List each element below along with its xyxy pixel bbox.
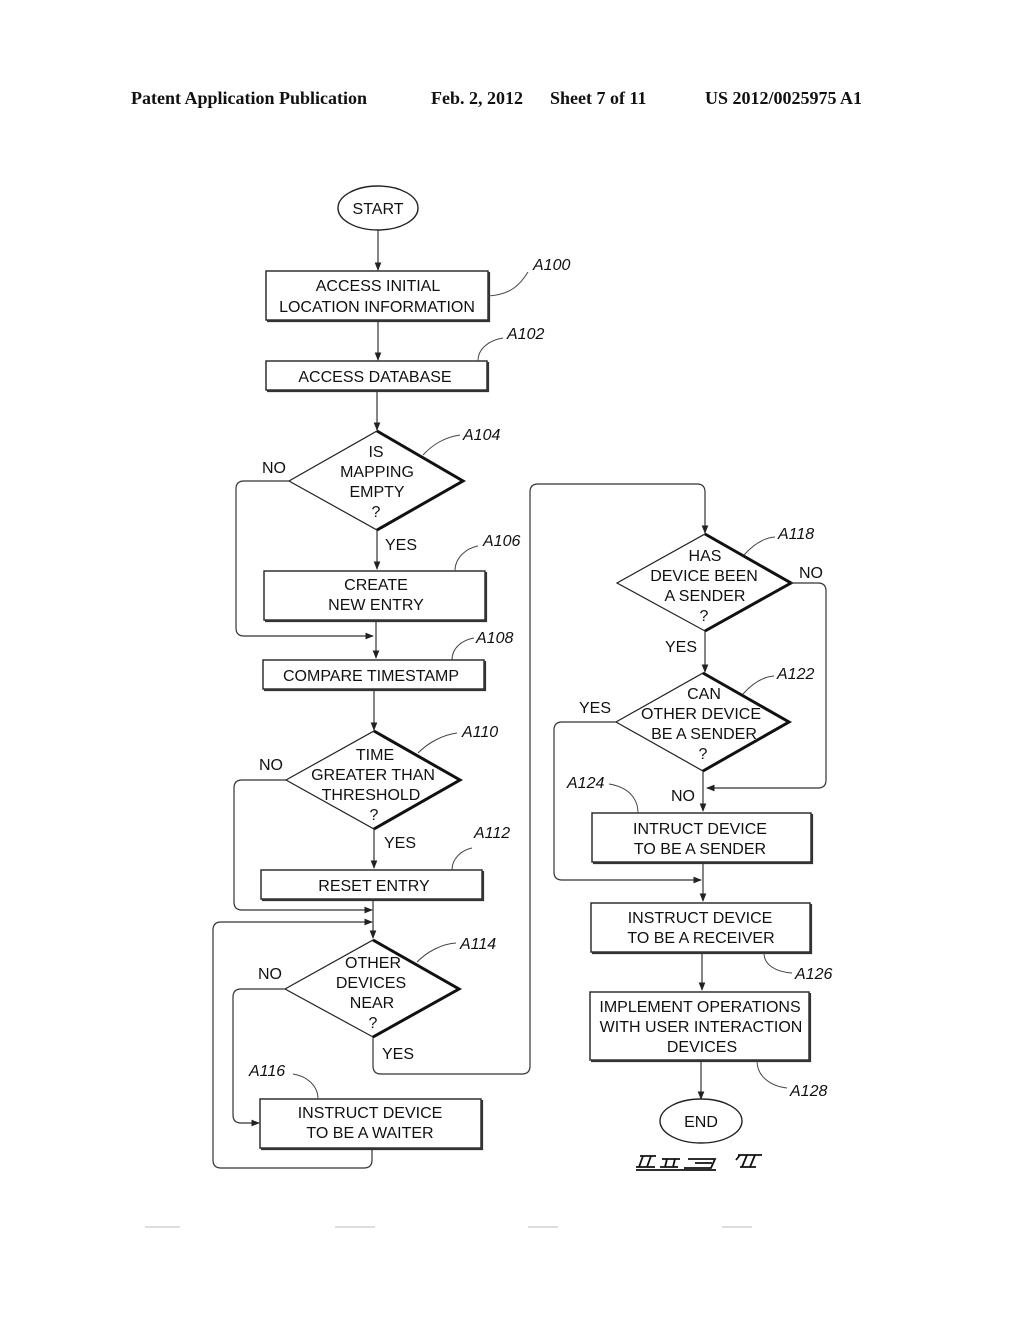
decision-a114-line4: ? — [369, 1015, 378, 1032]
ref-leader-a124 — [608, 783, 639, 814]
step-a124-line2: TO BE A SENDER — [634, 841, 766, 858]
decision-a114-line1: OTHER — [345, 955, 401, 972]
decision-a114-line2: DEVICES — [336, 975, 406, 992]
ref-leader-a102 — [477, 337, 504, 362]
ref-leader-a116 — [292, 1073, 319, 1100]
decision-a104-yes-label: YES — [385, 537, 417, 554]
ref-a106: A106 — [482, 533, 520, 550]
flowchart: START ACCESS INITIAL LOCATION INFORMATIO… — [145, 185, 832, 1228]
ref-a122: A122 — [776, 666, 814, 683]
decision-a110-line3: THRESHOLD — [322, 787, 421, 804]
start-terminal: START — [337, 185, 419, 231]
step-a126-instruct-receiver: INSTRUCT DEVICE TO BE A RECEIVER A126 — [590, 902, 832, 983]
step-a106-line1: CREATE — [344, 577, 408, 594]
start-label: START — [353, 201, 404, 218]
ref-leader-a128 — [756, 1060, 788, 1089]
scan-artifacts — [145, 1226, 752, 1228]
decision-a118-line3: A SENDER — [665, 588, 746, 605]
decision-a122-yes-label: YES — [579, 700, 611, 717]
step-a128-line2: WITH USER INTERACTION — [600, 1019, 803, 1036]
decision-a104-line3: EMPTY — [349, 484, 404, 501]
step-a126-line1: INSTRUCT DEVICE — [628, 910, 773, 927]
decision-a114-line3: NEAR — [350, 995, 394, 1012]
ref-leader-a106 — [454, 545, 479, 572]
ref-leader-a114 — [416, 942, 457, 963]
decision-a122-can-other-device-be-sender: CAN OTHER DEVICE BE A SENDER ? A122 YES … — [579, 666, 814, 805]
decision-a122-line4: ? — [699, 746, 708, 763]
ref-a102: A102 — [506, 326, 544, 343]
decision-a110-no-label: NO — [259, 757, 283, 774]
end-label: END — [684, 1114, 718, 1131]
ref-a100: A100 — [532, 257, 570, 274]
ref-leader-a100 — [487, 271, 529, 297]
decision-a122-line3: BE A SENDER — [651, 726, 757, 743]
step-a106-line2: NEW ENTRY — [328, 597, 424, 614]
step-a126-line2: TO BE A RECEIVER — [627, 930, 774, 947]
decision-a118-has-device-been-sender: HAS DEVICE BEEN A SENDER ? A118 NO YES — [615, 526, 823, 656]
ref-leader-a112 — [451, 847, 473, 871]
decision-a110-time-greater-than-threshold: TIME GREATER THAN THRESHOLD ? A110 NO YE… — [259, 724, 498, 852]
figure-label-fig-7: FIG. 7 — [636, 1154, 762, 1171]
decision-a118-line1: HAS — [689, 548, 722, 565]
ref-leader-a126 — [763, 952, 793, 974]
step-a116-line2: TO BE A WAITER — [306, 1125, 433, 1142]
ref-a126: A126 — [794, 966, 832, 983]
decision-a118-no-label: NO — [799, 565, 823, 582]
decision-a110-line2: GREATER THAN — [311, 767, 435, 784]
decision-a122-line2: OTHER DEVICE — [641, 706, 761, 723]
step-a112-line1: RESET ENTRY — [318, 878, 430, 895]
step-a102-line1: ACCESS DATABASE — [298, 369, 451, 386]
decision-a110-line1: TIME — [356, 747, 394, 764]
decision-a104-no-label: NO — [262, 460, 286, 477]
ref-leader-a104 — [422, 434, 461, 456]
decision-a104-line4: ? — [372, 504, 381, 521]
decision-a118-yes-label: YES — [665, 639, 697, 656]
decision-a122-no-label: NO — [671, 788, 695, 805]
step-a108-compare-timestamp: COMPARE TIMESTAMP A108 — [262, 630, 513, 692]
step-a102-access-database: ACCESS DATABASE A102 — [265, 326, 544, 393]
step-a128-line3: DEVICES — [667, 1039, 737, 1056]
ref-a110: A110 — [461, 724, 498, 741]
ref-a114: A114 — [459, 936, 496, 953]
decision-a110-line4: ? — [370, 807, 379, 824]
end-terminal: END — [659, 1098, 743, 1144]
decision-a110-yes-label: YES — [384, 835, 416, 852]
ref-a112: A112 — [473, 825, 510, 842]
decision-a114-no-label: NO — [258, 966, 282, 983]
step-a124-line1: INTRUCT DEVICE — [633, 821, 767, 838]
decision-a114-yes-label: YES — [382, 1046, 414, 1063]
step-a116-line1: INSTRUCT DEVICE — [298, 1105, 443, 1122]
ref-a128: A128 — [789, 1083, 827, 1100]
step-a100-access-initial-location: ACCESS INITIAL LOCATION INFORMATION A100 — [265, 257, 570, 323]
decision-a104-line2: MAPPING — [340, 464, 414, 481]
ref-a108: A108 — [475, 630, 513, 647]
decision-a104-line1: IS — [368, 444, 383, 461]
step-a100-line2: LOCATION INFORMATION — [279, 299, 475, 316]
decision-a118-line2: DEVICE BEEN — [650, 568, 758, 585]
decision-a104-is-mapping-empty: IS MAPPING EMPTY ? A104 NO YES — [262, 427, 500, 554]
ref-leader-a118 — [743, 536, 776, 556]
step-a128-implement-operations: IMPLEMENT OPERATIONS WITH USER INTERACTI… — [589, 991, 827, 1100]
step-a128-line1: IMPLEMENT OPERATIONS — [599, 999, 800, 1016]
ref-a104: A104 — [462, 427, 500, 444]
step-a108-line1: COMPARE TIMESTAMP — [283, 668, 459, 685]
step-a116-instruct-waiter: INSTRUCT DEVICE TO BE A WAITER A116 — [248, 1063, 484, 1151]
decision-a122-line1: CAN — [687, 686, 721, 703]
ref-leader-a108 — [451, 637, 475, 661]
ref-a124: A124 — [566, 775, 604, 792]
ref-leader-a122 — [742, 675, 775, 695]
ref-a116: A116 — [248, 1063, 285, 1080]
step-a100-line1: ACCESS INITIAL — [316, 278, 441, 295]
decision-a114-other-devices-near: OTHER DEVICES NEAR ? A114 NO YES — [258, 936, 496, 1063]
decision-a118-line4: ? — [700, 608, 709, 625]
ref-leader-a110 — [417, 732, 458, 754]
ref-a118: A118 — [777, 526, 814, 543]
